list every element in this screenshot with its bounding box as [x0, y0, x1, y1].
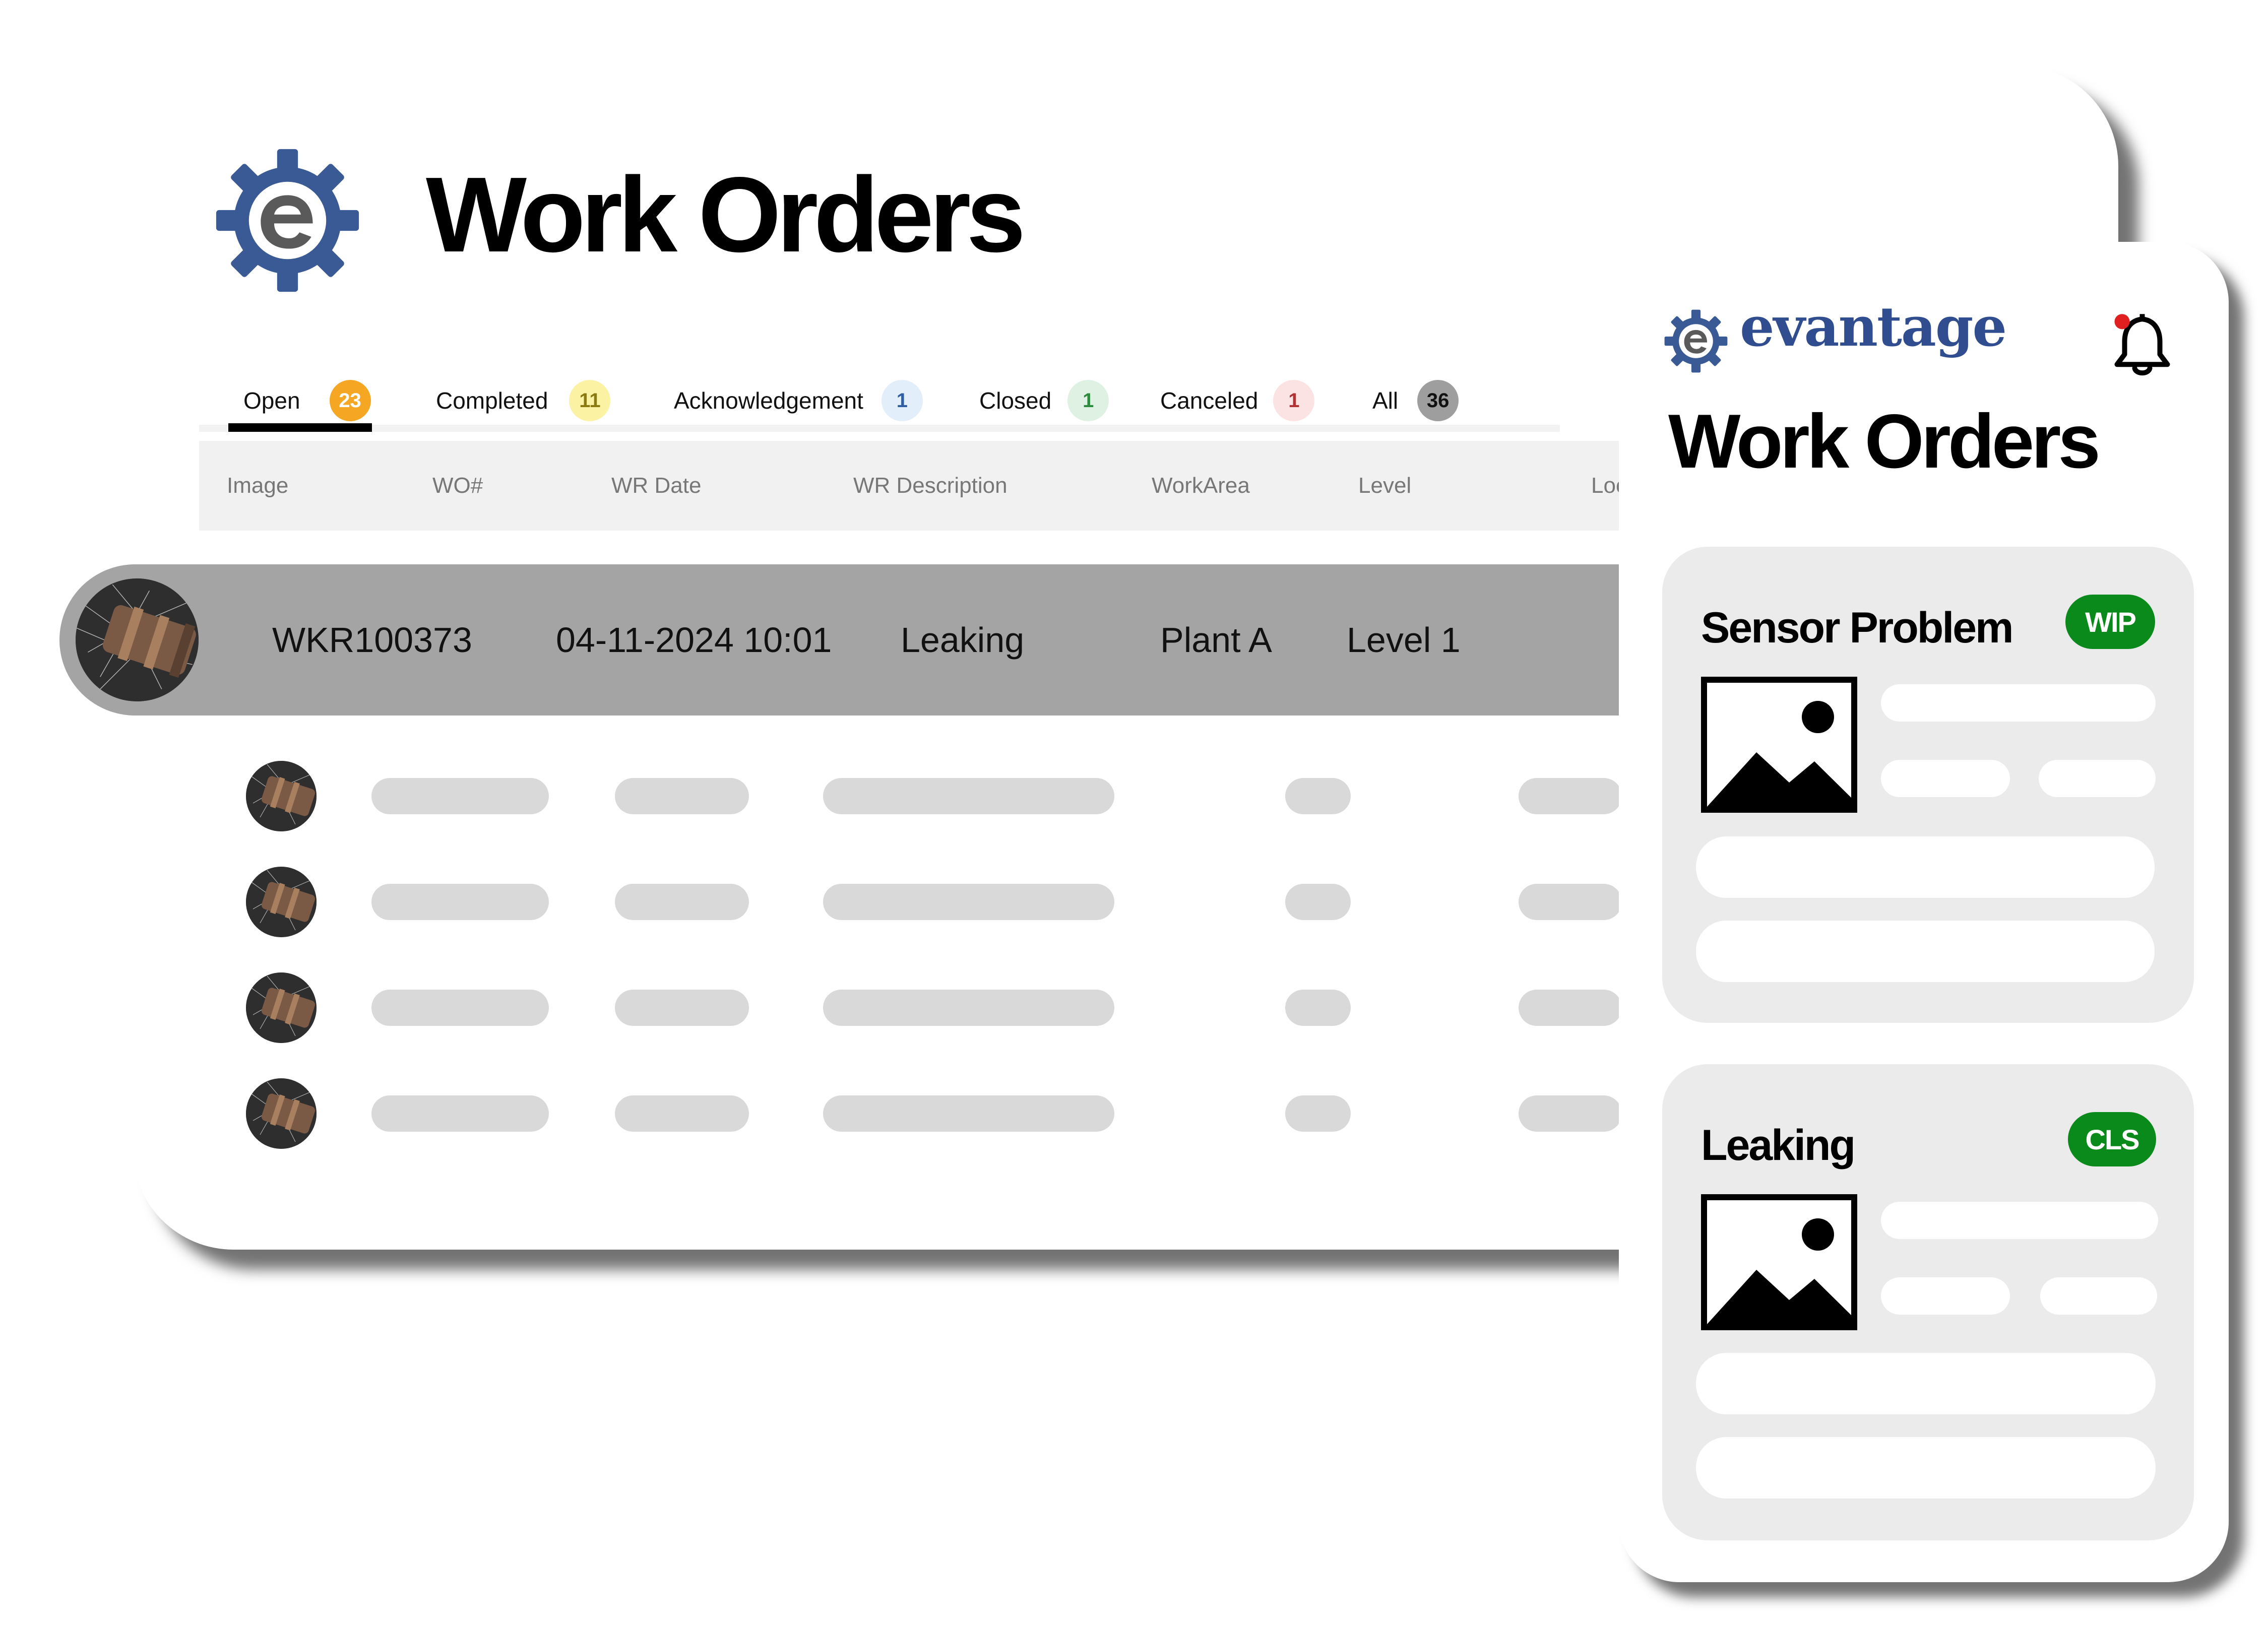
skeleton-pill: [1696, 836, 2155, 898]
skeleton-pill: [1519, 778, 1622, 814]
skeleton-pill: [1285, 990, 1351, 1026]
skeleton-pill: [1881, 1202, 2158, 1239]
tab-label: Acknowledgement: [674, 387, 863, 414]
tab-count-badge: 1: [1273, 380, 1315, 421]
skeleton-pill: [1519, 990, 1622, 1026]
cell-wo-number[interactable]: WKR100373: [272, 564, 472, 716]
column-header[interactable]: Image: [227, 441, 288, 531]
notification-dot: [2114, 314, 2130, 330]
skeleton-pill: [823, 990, 1114, 1026]
skeleton-pill: [371, 884, 549, 920]
skeleton-pill: [2040, 1277, 2157, 1315]
tab-count-badge: 23: [329, 380, 371, 421]
skeleton-pill: [615, 1095, 749, 1132]
image-placeholder-icon: [1701, 1194, 1857, 1330]
skeleton-pill: [2039, 760, 2156, 797]
tab-closed[interactable]: Closed 1: [979, 375, 1109, 426]
row-photo-thumbnail: [246, 972, 317, 1043]
skeleton-pill: [1696, 1437, 2156, 1499]
tab-label: Open: [243, 387, 300, 414]
skeleton-pill: [615, 990, 749, 1026]
skeleton-pill: [371, 778, 549, 814]
skeleton-pill: [823, 884, 1114, 920]
column-header[interactable]: WorkArea: [1152, 441, 1250, 531]
evantage-gear-logo: [1664, 309, 1728, 373]
tab-label: All: [1372, 387, 1399, 414]
skeleton-pill: [1519, 884, 1622, 920]
skeleton-pill: [615, 778, 749, 814]
image-placeholder-icon: [1701, 677, 1857, 813]
skeleton-pill: [371, 990, 549, 1026]
cell-wr-description: Leaking: [901, 620, 1025, 660]
skeleton-pill: [615, 884, 749, 920]
tab-open[interactable]: Open 23: [243, 375, 371, 426]
tab-label: Closed: [979, 387, 1052, 414]
table-header: Image WO# WR Date WR Description WorkAre…: [199, 441, 1627, 531]
skeleton-pill: [1696, 921, 2155, 982]
status-badge-cls: CLS: [2068, 1112, 2156, 1166]
row-photo-thumbnail: [246, 761, 317, 831]
skeleton-pill: [1881, 684, 2156, 722]
skeleton-pill: [1881, 760, 2010, 797]
skeleton-pill: [1881, 1277, 2010, 1315]
skeleton-pill: [1285, 884, 1351, 920]
tab-count-badge: 36: [1417, 380, 1459, 421]
skeleton-pill: [1696, 1353, 2156, 1414]
skeleton-pill: [823, 1095, 1114, 1132]
cell-workarea: Plant A: [1160, 620, 1272, 660]
tab-label: Canceled: [1160, 387, 1258, 414]
row-photo-thumbnail: [246, 867, 317, 937]
page-title: Work Orders: [426, 155, 1026, 274]
skeleton-pill: [1285, 778, 1351, 814]
skeleton-pill: [371, 1095, 549, 1132]
tab-label: Completed: [436, 387, 548, 414]
skeleton-pill: [1519, 1095, 1622, 1132]
cell-wr-date: 04-11-2024 10:01: [556, 620, 832, 660]
active-tab-indicator: [228, 423, 372, 432]
card-title: Sensor Problem: [1701, 604, 2014, 652]
bell-icon[interactable]: [2111, 308, 2174, 379]
tab-canceled[interactable]: Canceled 1: [1160, 375, 1315, 426]
evantage-gear-logo: [216, 149, 359, 292]
tab-count-badge: 1: [881, 380, 923, 421]
pipe-photo: [76, 578, 199, 701]
card-title: Leaking: [1701, 1121, 1856, 1169]
row-photo-thumbnail: [246, 1078, 317, 1149]
column-header[interactable]: WO#: [432, 441, 483, 531]
column-header[interactable]: Level: [1358, 441, 1411, 531]
mobile-page-title: Work Orders: [1668, 399, 2101, 484]
tab-all[interactable]: All 36: [1372, 375, 1459, 426]
skeleton-pill: [823, 778, 1114, 814]
tab-count-badge: 1: [1067, 380, 1109, 421]
status-badge-wip: WIP: [2065, 595, 2155, 649]
tab-acknowledgement[interactable]: Acknowledgement 1: [674, 375, 923, 426]
brand-name: evantage: [1740, 295, 2007, 359]
column-header[interactable]: WR Date: [611, 441, 701, 531]
tab-completed[interactable]: Completed 11: [436, 375, 611, 426]
skeleton-pill: [1285, 1095, 1351, 1132]
tab-count-badge: 11: [569, 380, 611, 421]
column-header[interactable]: WR Description: [853, 441, 1007, 531]
status-tabs: Open 23 Completed 11 Acknowledgement 1 C…: [199, 375, 1560, 436]
cell-level: Level 1: [1347, 620, 1461, 660]
